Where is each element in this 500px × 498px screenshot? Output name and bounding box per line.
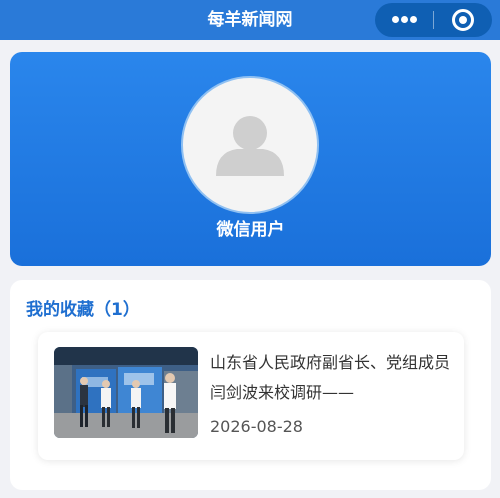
news-title[interactable]: 山东省人民政府副省长、党组成员闫剑波来校调研—— [210,348,452,408]
default-user-avatar-icon[interactable] [181,76,319,214]
nav-bar: 每羊新闻网 [0,0,500,40]
profile-card: 微信用户 [10,52,491,266]
more-dots-icon[interactable] [375,3,433,37]
target-close-icon[interactable] [434,3,492,37]
news-thumbnail [54,347,198,438]
favorite-news-item[interactable]: 山东省人民政府副省长、党组成员闫剑波来校调研—— 2026-08-28 [38,332,464,460]
username: 微信用户 [216,220,285,240]
favorites-section: 我的收藏（1） 山东省人民政府副省长、党组成员闫剑波来校调研—— 2026-08… [10,280,491,490]
favorites-heading: 我的收藏（1） [26,300,140,320]
news-date: 2026-08-28 [210,417,303,436]
mini-program-capsule [375,3,492,37]
